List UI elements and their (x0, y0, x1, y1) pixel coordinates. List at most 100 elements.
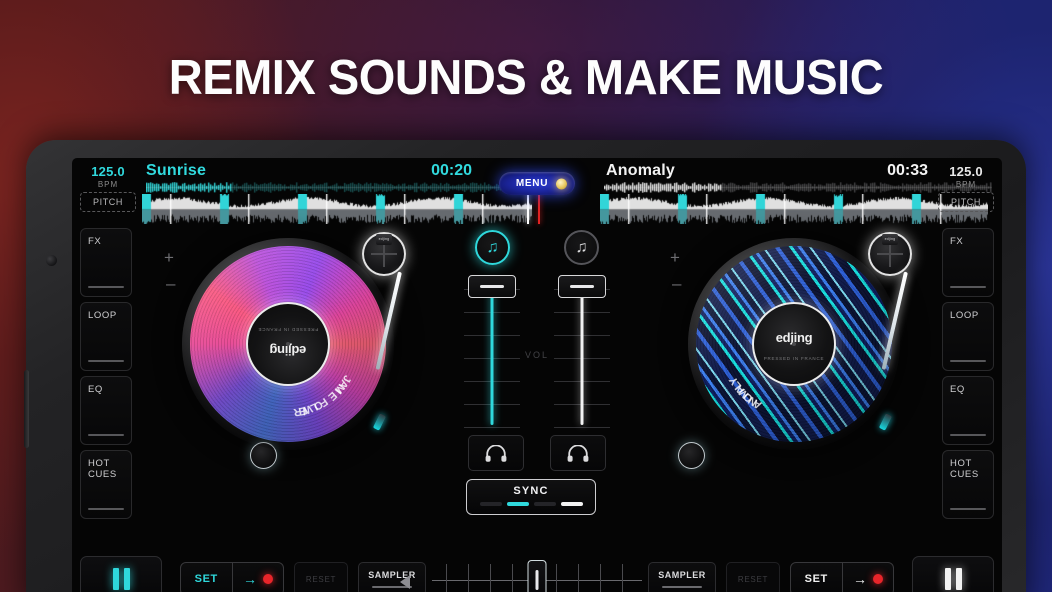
center-mixer: ♫ ♫ VOL SYNC (464, 230, 610, 515)
sidebar-item-loop-left[interactable]: LOOP (80, 302, 132, 371)
sidebar-label: EQ (88, 384, 103, 395)
pause-icon (955, 568, 962, 590)
sidebar-item-fx-left[interactable]: FX (80, 228, 132, 297)
sidebar-item-eq-left[interactable]: EQ (80, 376, 132, 445)
right-minimap-waveform[interactable] (604, 182, 992, 193)
right-deck-knob[interactable] (678, 442, 705, 469)
left-bpm-label: BPM (97, 180, 119, 189)
left-set-button[interactable]: SET (181, 563, 233, 592)
sidebar-label: FX (950, 236, 964, 247)
left-pitch-button[interactable]: PITCH (80, 192, 136, 212)
sidebar-item-hotcues-right[interactable]: HOT CUES (942, 450, 994, 519)
right-tonearm[interactable]: edjing (830, 228, 920, 438)
left-reset-button[interactable]: RESET (294, 562, 348, 592)
pause-icon (112, 568, 119, 590)
add-track-right-button[interactable]: ♫ (564, 230, 599, 265)
add-track-left-button[interactable]: ♫ (475, 230, 510, 265)
left-minimap-waveform[interactable] (146, 182, 536, 193)
right-label-subtext: PRESSED IN FRANCE (763, 356, 825, 361)
left-play-pause-button[interactable] (80, 556, 162, 592)
sidebar-underline (88, 360, 124, 362)
right-play-pause-button[interactable] (912, 556, 994, 592)
right-reset-button[interactable]: RESET (726, 562, 780, 592)
left-deck-knob[interactable] (250, 442, 277, 469)
right-side-panel: FX LOOP EQ HOT CUES (942, 228, 994, 524)
top-bar: 125.0 BPM PITCH Sunrise 00:20 Anomaly 00… (72, 158, 1002, 224)
sidebar-label: FX (88, 236, 102, 247)
left-set-label: SET (194, 573, 218, 585)
sync-segment (479, 502, 502, 506)
tablet-device-frame: 125.0 BPM PITCH Sunrise 00:20 Anomaly 00… (24, 140, 1026, 592)
sidebar-underline (88, 434, 124, 436)
pause-icon (944, 568, 951, 590)
sidebar-label: HOT CUES (950, 458, 979, 480)
left-cue-button[interactable] (468, 435, 524, 471)
crossfader-handle[interactable] (527, 560, 547, 592)
sync-button[interactable]: SYNC (466, 479, 596, 515)
right-cue-button[interactable] (550, 435, 606, 471)
sidebar-underline (950, 434, 986, 436)
left-tonearm[interactable]: edjing (324, 228, 414, 438)
sync-label: SYNC (513, 485, 549, 497)
plus-icon[interactable]: + (670, 249, 680, 266)
sidebar-underline (88, 286, 124, 288)
sidebar-underline (88, 508, 124, 510)
right-main-waveform[interactable] (600, 194, 988, 224)
right-waveform-area[interactable]: Anomaly 00:33 (600, 158, 992, 224)
sidebar-item-hotcues-left[interactable]: HOT CUES (80, 450, 132, 519)
right-pitch-button[interactable]: PITCH (938, 192, 994, 212)
sidebar-underline (950, 360, 986, 362)
sidebar-item-eq-right[interactable]: EQ (942, 376, 994, 445)
left-goto-record-button[interactable]: → (233, 563, 284, 592)
record-dot-icon (872, 574, 883, 584)
front-camera (46, 255, 57, 266)
right-set-button[interactable]: SET (791, 563, 843, 592)
right-headshell: edjing (882, 234, 898, 245)
vol-label: VOL (524, 350, 550, 360)
left-cue-set-group[interactable]: SET → (180, 562, 284, 592)
sidebar-label: LOOP (950, 310, 979, 321)
left-main-waveform[interactable] (142, 194, 532, 224)
menu-button-label: MENU (515, 178, 549, 189)
right-sampler-button[interactable]: SAMPLER (648, 562, 716, 592)
sampler-underline (662, 586, 702, 588)
crossfader[interactable] (400, 560, 674, 592)
right-needle (878, 413, 893, 431)
transport-bar: SET → RESET SAMPLER SAMPLER RESET SET → (72, 548, 1002, 592)
left-needle (372, 413, 387, 431)
sync-segment (506, 502, 529, 506)
left-volume-fader[interactable] (464, 275, 520, 428)
left-track-title: Sunrise (146, 162, 207, 179)
right-track-title: Anomaly (606, 162, 675, 179)
music-note-plus-icon: ♫ (486, 238, 499, 256)
sync-segment (560, 502, 583, 506)
left-sampler-label: SAMPLER (368, 570, 416, 580)
minus-icon[interactable]: – (672, 275, 681, 292)
triangle-left-icon[interactable] (400, 575, 410, 589)
left-arm-rod (375, 271, 402, 370)
left-track-time: 00:20 (431, 162, 472, 179)
sync-segment (533, 502, 556, 506)
arrow-right-icon: → (242, 571, 258, 587)
menu-button[interactable]: MENU (499, 172, 575, 195)
sidebar-item-loop-right[interactable]: LOOP (942, 302, 994, 371)
record-dot-icon (556, 178, 567, 189)
right-bpm-value: 125.0 (949, 164, 983, 179)
promo-headline: REMIX SOUNDS & MAKE MUSIC (168, 51, 884, 105)
sidebar-underline (950, 508, 986, 510)
sidebar-item-fx-right[interactable]: FX (942, 228, 994, 297)
left-waveform-area[interactable]: Sunrise 00:20 (142, 158, 536, 224)
right-arm-rod (881, 271, 908, 370)
right-cue-set-group[interactable]: SET → (790, 562, 894, 592)
right-goto-record-button[interactable]: → (843, 563, 894, 592)
right-volume-fader[interactable] (554, 275, 610, 428)
plus-icon[interactable]: + (164, 249, 174, 266)
left-sampler-button[interactable]: SAMPLER (358, 562, 426, 592)
left-fader-handle[interactable] (468, 275, 516, 298)
right-fader-handle[interactable] (558, 275, 606, 298)
minus-icon[interactable]: – (166, 275, 175, 292)
sync-indicator-segments (467, 502, 595, 506)
headphones-icon (567, 444, 589, 462)
left-spindle (286, 342, 290, 346)
left-headshell: edjing (376, 234, 392, 245)
